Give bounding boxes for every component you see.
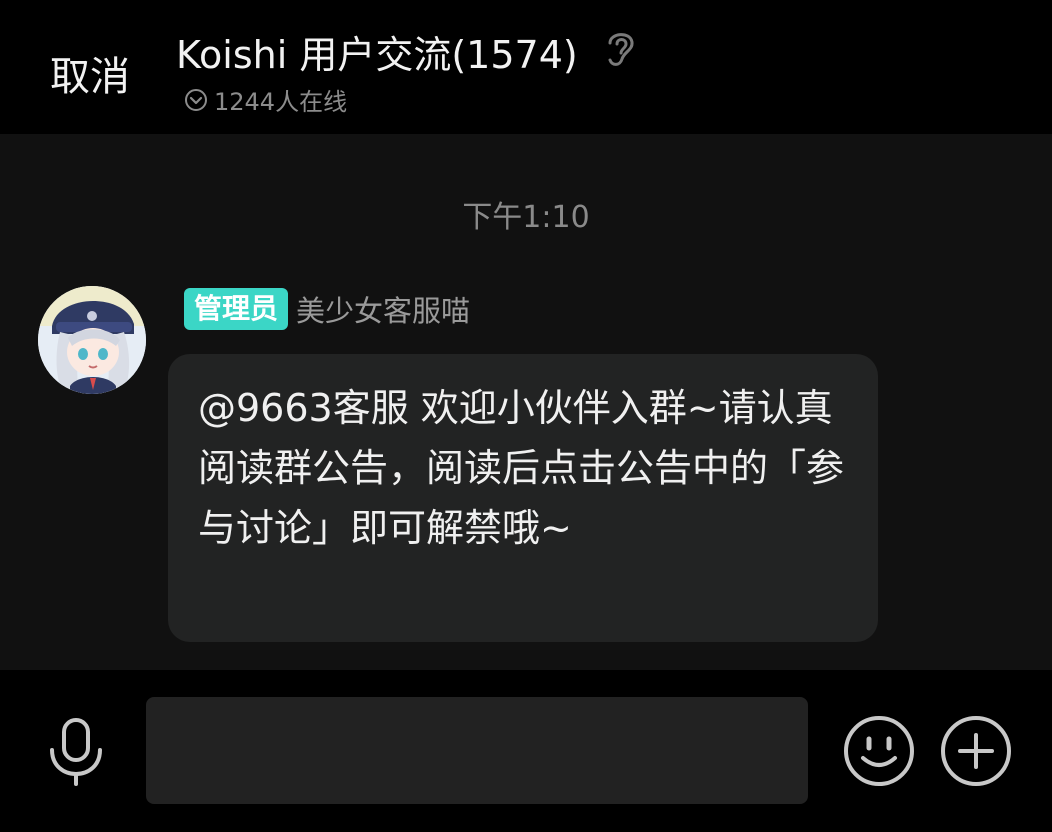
online-status[interactable]: 1244人在线 [184, 82, 347, 117]
admin-badge: 管理员 [184, 288, 289, 330]
chevron-down-circle-icon [185, 88, 207, 111]
chat-header: 取消 Koishi 用户交流(1574) 1244人在线 [0, 0, 1052, 134]
avatar-image [38, 286, 146, 394]
message-input[interactable] [146, 697, 808, 804]
online-count: 1244人在线 [214, 88, 348, 116]
sender-row: 管理员 美少女客服喵 [184, 288, 470, 330]
message-timestamp: 下午1:10 [462, 200, 590, 235]
ear-icon[interactable] [600, 26, 640, 70]
message-text: @9663客服 欢迎小伙伴入群~请认真阅读群公告，阅读后点击公告中的「参与讨论」… [198, 386, 845, 550]
plus-icon[interactable] [939, 714, 1013, 788]
message-bubble[interactable]: @9663客服 欢迎小伙伴入群~请认真阅读群公告，阅读后点击公告中的「参与讨论」… [168, 354, 878, 642]
message-list[interactable]: 下午1:10 管理员 美少女客服喵 @9663客服 欢迎小伙伴入群~请认真阅读群… [0, 134, 1052, 670]
emoji-icon[interactable] [842, 714, 916, 788]
sender-name[interactable]: 美少女客服喵 [296, 288, 470, 330]
avatar[interactable] [38, 286, 146, 394]
cancel-button[interactable]: 取消 [50, 44, 130, 102]
group-title: Koishi 用户交流(1574) [176, 33, 578, 77]
microphone-icon[interactable] [46, 716, 106, 788]
